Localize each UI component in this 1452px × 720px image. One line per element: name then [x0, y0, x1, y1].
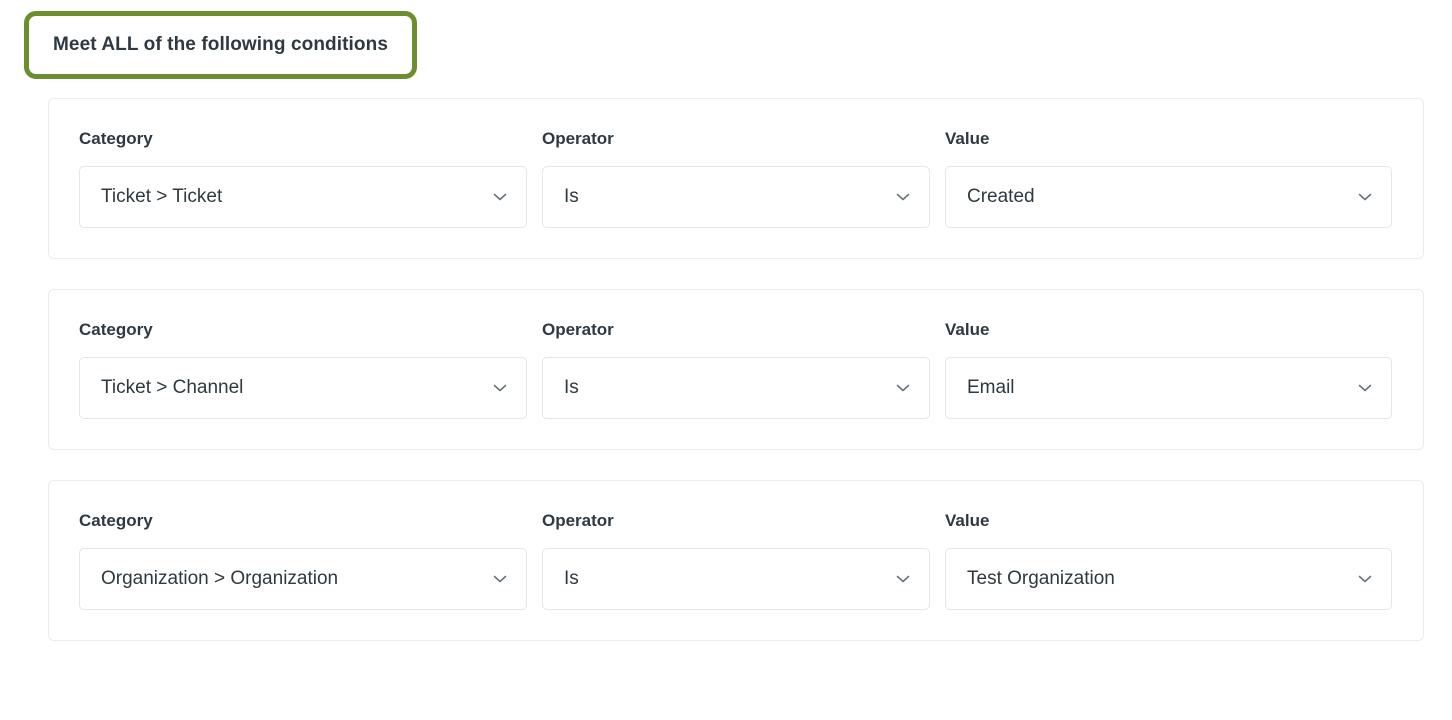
chevron-down-icon: [894, 379, 912, 397]
value-select-value: Email: [967, 377, 1015, 398]
operator-select[interactable]: Is: [542, 166, 930, 228]
category-select[interactable]: Ticket > Channel: [79, 357, 527, 419]
condition-field-row: Category Ticket > Ticket Operator Is Val…: [79, 129, 1393, 228]
category-label: Category: [79, 320, 153, 339]
value-label: Value: [945, 320, 990, 339]
operator-label: Operator: [542, 320, 614, 339]
chevron-down-icon: [894, 570, 912, 588]
category-label: Category: [79, 511, 153, 530]
operator-select-value: Is: [564, 568, 579, 589]
operator-select-value: Is: [564, 186, 579, 207]
category-select-value: Organization > Organization: [101, 568, 339, 589]
category-select-value: Ticket > Ticket: [101, 186, 223, 207]
chevron-down-icon: [1356, 379, 1374, 397]
match-all-conditions-label: Meet ALL of the following conditions: [53, 34, 389, 55]
match-all-conditions-badge[interactable]: Meet ALL of the following conditions: [24, 11, 418, 79]
operator-select[interactable]: Is: [542, 548, 930, 610]
category-label: Category: [79, 129, 153, 148]
category-select-value: Ticket > Channel: [101, 377, 244, 398]
value-select-value: Created: [967, 186, 1035, 207]
value-field: Value Test Organization: [945, 511, 1392, 610]
chevron-down-icon: [491, 188, 509, 206]
category-select[interactable]: Organization > Organization: [79, 548, 527, 610]
category-field: Category Ticket > Channel: [79, 320, 527, 419]
operator-select[interactable]: Is: [542, 357, 930, 419]
condition-card: Category Organization > Organization Ope…: [48, 480, 1424, 641]
operator-field: Operator Is: [542, 511, 930, 610]
chevron-down-icon: [491, 570, 509, 588]
operator-field: Operator Is: [542, 320, 930, 419]
value-select-value: Test Organization: [967, 568, 1115, 589]
value-label: Value: [945, 511, 990, 530]
conditions-list: Category Ticket > Ticket Operator Is Val…: [48, 98, 1424, 641]
operator-field: Operator Is: [542, 129, 930, 228]
condition-card: Category Ticket > Channel Operator Is Va…: [48, 289, 1424, 450]
operator-label: Operator: [542, 511, 614, 530]
value-select[interactable]: Test Organization: [945, 548, 1392, 610]
chevron-down-icon: [491, 379, 509, 397]
condition-card: Category Ticket > Ticket Operator Is Val…: [48, 98, 1424, 259]
condition-field-row: Category Organization > Organization Ope…: [79, 511, 1393, 610]
category-select[interactable]: Ticket > Ticket: [79, 166, 527, 228]
operator-label: Operator: [542, 129, 614, 148]
value-select[interactable]: Created: [945, 166, 1392, 228]
category-field: Category Organization > Organization: [79, 511, 527, 610]
value-select[interactable]: Email: [945, 357, 1392, 419]
chevron-down-icon: [894, 188, 912, 206]
value-field: Value Email: [945, 320, 1392, 419]
match-type-row: Meet ALL of the following conditions: [24, 11, 418, 79]
value-label: Value: [945, 129, 990, 148]
chevron-down-icon: [1356, 570, 1374, 588]
condition-field-row: Category Ticket > Channel Operator Is Va…: [79, 320, 1393, 419]
value-field: Value Created: [945, 129, 1392, 228]
operator-select-value: Is: [564, 377, 579, 398]
chevron-down-icon: [1356, 188, 1374, 206]
category-field: Category Ticket > Ticket: [79, 129, 527, 228]
